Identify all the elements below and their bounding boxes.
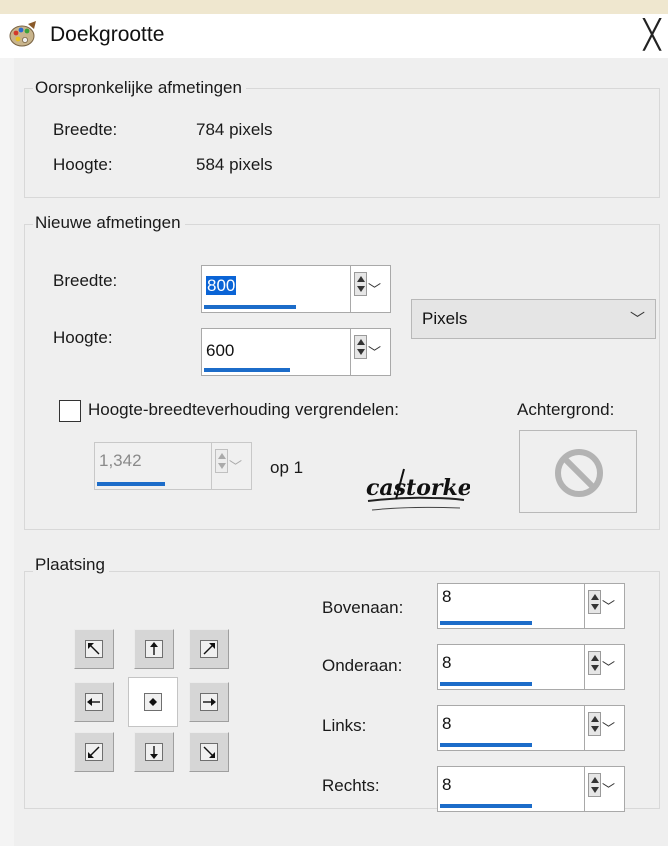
background-label: Achtergrond: bbox=[517, 400, 615, 419]
lock-aspect-checkbox[interactable] bbox=[59, 400, 81, 422]
original-width-value: 784 pixels bbox=[196, 120, 273, 139]
anchor-top[interactable] bbox=[134, 629, 174, 669]
ratio-slider-bar bbox=[97, 482, 165, 486]
anchor-center[interactable] bbox=[128, 677, 178, 727]
top-offset-slider-bar[interactable] bbox=[440, 621, 532, 625]
new-height-slider-bar[interactable] bbox=[204, 368, 290, 372]
arrow-up-left-icon bbox=[88, 643, 100, 655]
spin-arrows-icon[interactable] bbox=[588, 651, 601, 675]
window-title: Doekgrootte bbox=[50, 23, 165, 46]
logo-text: castorke bbox=[366, 475, 470, 501]
lock-aspect-label[interactable]: Hoogte-breedteverhouding vergrendelen: bbox=[88, 400, 399, 420]
close-button[interactable]: ╳ bbox=[636, 16, 668, 54]
right-offset-slider-bar[interactable] bbox=[440, 804, 532, 808]
left-offset-label: Links: bbox=[322, 716, 367, 735]
original-size-group bbox=[24, 88, 660, 198]
spin-arrows-icon[interactable] bbox=[588, 773, 601, 797]
center-dot-icon bbox=[149, 698, 157, 706]
arrow-up-right-icon bbox=[203, 643, 215, 655]
arrow-right-icon bbox=[203, 698, 216, 706]
chevron-down-icon: ﹀ bbox=[229, 459, 243, 474]
right-offset-spinner[interactable]: ﹀ bbox=[585, 766, 625, 812]
anchor-bottom-left[interactable] bbox=[74, 732, 114, 772]
chevron-down-icon[interactable]: ﹀ bbox=[602, 718, 615, 737]
ratio-value: 1,342 bbox=[99, 451, 142, 470]
ratio-suffix: op 1 bbox=[270, 458, 304, 477]
arrow-down-icon bbox=[150, 746, 158, 759]
bottom-offset-input[interactable]: 8 bbox=[437, 644, 585, 690]
new-width-value: 800 bbox=[206, 276, 237, 295]
anchor-top-right[interactable] bbox=[189, 629, 229, 669]
original-size-legend: Oorspronkelijke afmetingen bbox=[33, 78, 246, 98]
arrow-left-icon bbox=[87, 698, 100, 706]
spin-arrows-icon[interactable] bbox=[354, 335, 367, 359]
anchor-right[interactable] bbox=[189, 682, 229, 722]
no-color-icon bbox=[555, 449, 603, 497]
chevron-down-icon[interactable]: ﹀ bbox=[602, 657, 615, 676]
right-offset-value: 8 bbox=[442, 775, 452, 794]
new-height-label: Hoogte: bbox=[53, 328, 113, 347]
ratio-input: 1,342 bbox=[94, 442, 212, 490]
right-offset-input[interactable]: 8 bbox=[437, 766, 585, 812]
original-height-value: 584 pixels bbox=[196, 155, 273, 174]
background-color-swatch[interactable] bbox=[519, 430, 637, 513]
left-offset-slider-bar[interactable] bbox=[440, 743, 532, 747]
bottom-offset-slider-bar[interactable] bbox=[440, 682, 532, 686]
anchor-bottom-right[interactable] bbox=[189, 732, 229, 772]
anchor-bottom[interactable] bbox=[134, 732, 174, 772]
spin-arrows-icon[interactable] bbox=[354, 272, 367, 296]
new-height-spinner[interactable]: ﹀ bbox=[351, 328, 391, 376]
spin-arrows-icon bbox=[215, 449, 228, 473]
placement-legend: Plaatsing bbox=[33, 555, 109, 575]
right-offset-label: Rechts: bbox=[322, 776, 380, 795]
anchor-top-left[interactable] bbox=[74, 629, 114, 669]
new-width-spinner[interactable]: ﹀ bbox=[351, 265, 391, 313]
chevron-down-icon[interactable]: ﹀ bbox=[368, 342, 381, 361]
unit-dropdown[interactable]: Pixels ﹀ bbox=[411, 299, 656, 339]
paint-palette-icon bbox=[9, 21, 36, 47]
new-height-value: 600 bbox=[206, 341, 235, 360]
left-offset-value: 8 bbox=[442, 714, 452, 733]
arrow-down-right-icon bbox=[203, 746, 215, 758]
original-height-label: Hoogte: bbox=[53, 155, 113, 174]
original-width-label: Breedte: bbox=[53, 120, 118, 139]
anchor-left[interactable] bbox=[74, 682, 114, 722]
castorke-logo: castorke bbox=[366, 468, 470, 511]
chevron-down-icon: ﹀ bbox=[629, 311, 645, 328]
arrow-up-icon bbox=[150, 642, 158, 655]
top-strip bbox=[0, 0, 668, 15]
left-offset-spinner[interactable]: ﹀ bbox=[585, 705, 625, 751]
close-icon: ╳ bbox=[643, 19, 661, 50]
bottom-offset-spinner[interactable]: ﹀ bbox=[585, 644, 625, 690]
left-offset-input[interactable]: 8 bbox=[437, 705, 585, 751]
chevron-down-icon[interactable]: ﹀ bbox=[602, 779, 615, 798]
bottom-offset-value: 8 bbox=[442, 653, 452, 672]
spin-arrows-icon[interactable] bbox=[588, 712, 601, 736]
unit-dropdown-value: Pixels bbox=[422, 309, 468, 328]
top-offset-input[interactable]: 8 bbox=[437, 583, 585, 629]
spin-arrows-icon[interactable] bbox=[588, 590, 601, 614]
new-width-slider-bar[interactable] bbox=[204, 305, 296, 309]
top-offset-spinner[interactable]: ﹀ bbox=[585, 583, 625, 629]
ratio-spinner: ﹀ bbox=[212, 442, 252, 490]
new-height-input[interactable]: 600 bbox=[201, 328, 351, 376]
new-width-input[interactable]: 800 bbox=[201, 265, 351, 313]
new-width-label: Breedte: bbox=[53, 271, 118, 290]
chevron-down-icon[interactable]: ﹀ bbox=[602, 596, 615, 615]
new-size-legend: Nieuwe afmetingen bbox=[33, 213, 185, 233]
arrow-down-left-icon bbox=[88, 746, 100, 758]
chevron-down-icon[interactable]: ﹀ bbox=[368, 279, 381, 298]
bottom-offset-label: Onderaan: bbox=[322, 656, 403, 675]
top-offset-label: Bovenaan: bbox=[322, 598, 404, 617]
top-offset-value: 8 bbox=[442, 587, 452, 606]
dialog-edge bbox=[0, 58, 14, 846]
